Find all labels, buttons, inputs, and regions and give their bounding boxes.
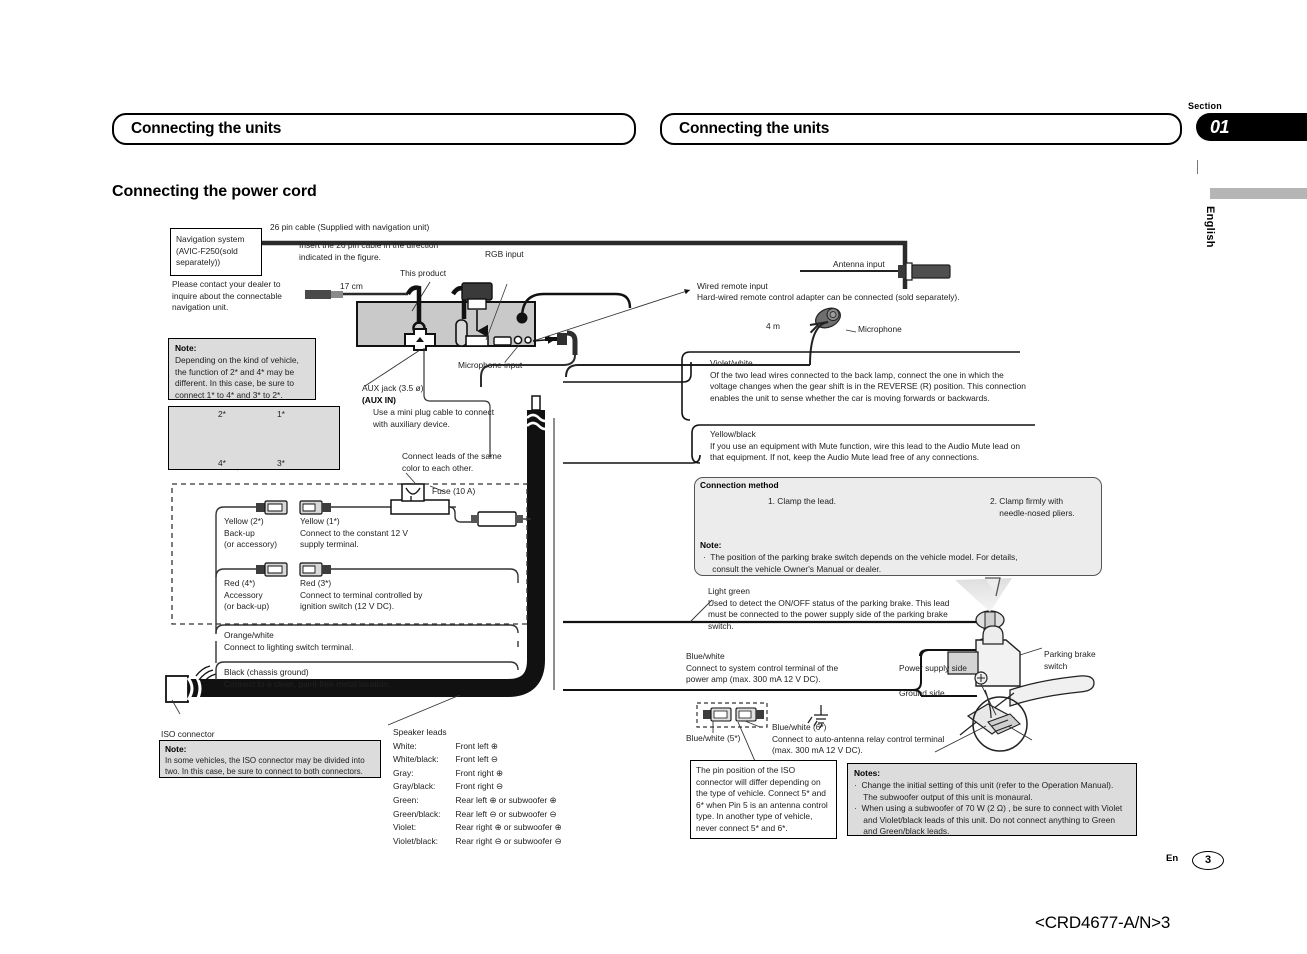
aux-jack-label: AUX jack (3.5 ø) [362, 383, 424, 393]
wired-remote-title: Wired remote input [697, 281, 768, 291]
speaker-lead-row: Gray/black: Front right ⊖ [393, 780, 563, 794]
swap-label-2star: 2* [218, 409, 226, 419]
blue-white-label: Blue/white Connect to system control ter… [686, 651, 839, 685]
blue-white-6star-label: Blue/white (6*) Connect to auto-antenna … [772, 722, 945, 756]
connection-note-title: Note: [700, 540, 722, 550]
speaker-lead-color: White/black: [393, 754, 439, 765]
notes-body: · Change the initial setting of this uni… [854, 780, 1123, 837]
note-title: Note: [175, 343, 197, 353]
connection-step-2: 2. Clamp firmly with needle-nosed pliers… [990, 496, 1075, 518]
speaker-lead-color: Gray/black: [393, 781, 436, 792]
orange-white-label: Orange/white Connect to lighting switch … [224, 630, 354, 652]
yellow-black-label: Yellow/black If you use an equipment wit… [710, 429, 1021, 463]
ground-side-label: Ground side [899, 688, 945, 698]
notes-title: Notes: [854, 768, 881, 778]
aux-in-label: (AUX IN) [362, 395, 396, 405]
notes-box: Notes: · Change the initial setting of t… [847, 763, 1137, 836]
speaker-lead-assignment: Front right ⊖ [455, 781, 503, 792]
swap-label-1star: 1* [277, 409, 285, 419]
aux-usage-note: Use a mini plug cable to connect with au… [373, 407, 495, 429]
speaker-leads-table: White: Front left ⊕ White/black: Front left… [393, 740, 563, 849]
speaker-lead-color: Violet: [393, 822, 417, 833]
connector-swap-box [168, 406, 340, 470]
speaker-lead-assignment: Front right ⊕ [455, 767, 503, 778]
speaker-lead-assignment: Rear right ⊖ or subwoofer ⊖ [455, 835, 562, 846]
yellow-1star-label: Yellow (1*) Connect to the constant 12 V… [300, 516, 409, 550]
blue-white-5star-label: Blue/white (5*) [686, 733, 741, 743]
speaker-lead-color: Green: [393, 794, 419, 805]
iso-connector-note-box: Note: In some vehicles, the ISO connecto… [159, 740, 381, 778]
speaker-lead-row: Violet/black: Rear right ⊖ or subwoofer ⊖ [393, 835, 563, 849]
iso-pin-note-box: The pin position of the ISO connector wi… [690, 760, 837, 839]
iso-note-body: In some vehicles, the ISO connector may … [165, 756, 365, 776]
navigation-system-label: Navigation system (AVIC-F250(sold separa… [176, 234, 245, 268]
speaker-lead-color: Violet/black: [393, 835, 439, 846]
dealer-inquiry-note: Please contact your dealer to inquire ab… [172, 279, 282, 313]
black-ground-label: Black (chassis ground) Connect to a clea… [224, 667, 391, 689]
power-supply-side-label: Power supply side [899, 663, 967, 673]
rgb-input-label: RGB input [485, 249, 524, 259]
iso-note-title: Note: [165, 744, 187, 754]
speaker-lead-row: White/black: Front left ⊖ [393, 753, 563, 767]
microphone-label: Microphone [858, 324, 902, 334]
violet-white-label: Violet/white Of the two lead wires conne… [710, 358, 1026, 403]
26pin-cable-label: 26 pin cable (Supplied with navigation u… [270, 222, 430, 232]
connection-note-body: · The position of the parking brake swit… [703, 552, 1018, 574]
manual-page: Connecting the units Connecting the unit… [0, 0, 1307, 954]
mic-cable-length: 4 m [766, 321, 780, 331]
red-4star-label: Red (4*) Accessory (or back-up) [224, 578, 270, 612]
speaker-lead-assignment: Rear right ⊕ or subwoofer ⊕ [455, 822, 562, 833]
this-product-label: This product [400, 268, 447, 278]
footer-document-code: <CRD4677-A/N>3 [1035, 913, 1171, 932]
speaker-lead-color: Green/black: [393, 808, 441, 819]
parking-brake-switch-label: Parking brake switch [1044, 649, 1096, 671]
yellow-2star-label: Yellow (2*) Back-up (or accessory) [224, 516, 278, 550]
speaker-lead-row: White: Front left ⊕ [393, 740, 563, 754]
speaker-lead-assignment: Rear left ⊕ or subwoofer ⊕ [455, 794, 557, 805]
light-green-label: Light green Used to detect the ON/OFF st… [708, 586, 950, 631]
iso-pin-note: The pin position of the ISO connector wi… [696, 765, 828, 833]
wired-remote-body: Hard-wired remote control adapter can be… [697, 292, 960, 302]
speaker-lead-color: Gray: [393, 767, 414, 778]
connection-step-1: 1. Clamp the lead. [768, 496, 836, 506]
red-3star-label: Red (3*) Connect to terminal controlled … [300, 578, 423, 612]
speaker-leads-block: Speaker leads White: Front left ⊕ White/bl… [393, 727, 563, 848]
speaker-lead-row: Green/black: Rear left ⊖ or subwoofer ⊖ [393, 808, 563, 822]
speaker-lead-assignment: Rear left ⊖ or subwoofer ⊖ [455, 808, 557, 819]
footer-page-number: 3 [1192, 851, 1224, 870]
connection-method-title: Connection method [700, 480, 779, 490]
cable-length-17cm: 17 cm [340, 281, 363, 291]
note-body: Depending on the kind of vehicle, the fu… [175, 355, 299, 400]
speaker-lead-row: Green: Rear left ⊕ or subwoofer ⊕ [393, 794, 563, 808]
speaker-lead-assignment: Front left ⊖ [455, 754, 498, 765]
footer-language-code: En [1166, 853, 1179, 864]
insert-direction-note: Insert the 26 pin cable in the direction… [299, 240, 439, 262]
iso-connector-label: ISO connector [161, 729, 215, 739]
fuse-label: Fuse (10 A) [432, 486, 476, 496]
microphone-input-label: Microphone input [458, 360, 523, 370]
speaker-lead-color: White: [393, 740, 417, 751]
antenna-input-label: Antenna input [833, 259, 885, 269]
swap-label-4star: 4* [218, 458, 226, 468]
speaker-lead-row: Gray: Front right ⊕ [393, 767, 563, 781]
navigation-system-box: Navigation system (AVIC-F250(sold separa… [170, 228, 262, 276]
swap-label-3star: 3* [277, 458, 285, 468]
vehicle-function-note-box: Note: Depending on the kind of vehicle, … [168, 338, 316, 400]
speaker-leads-title: Speaker leads [393, 727, 447, 737]
same-color-note: Connect leads of the same color to each … [402, 451, 502, 473]
speaker-lead-row: Violet: Rear right ⊕ or subwoofer ⊕ [393, 821, 563, 835]
speaker-lead-assignment: Front left ⊕ [455, 740, 498, 751]
